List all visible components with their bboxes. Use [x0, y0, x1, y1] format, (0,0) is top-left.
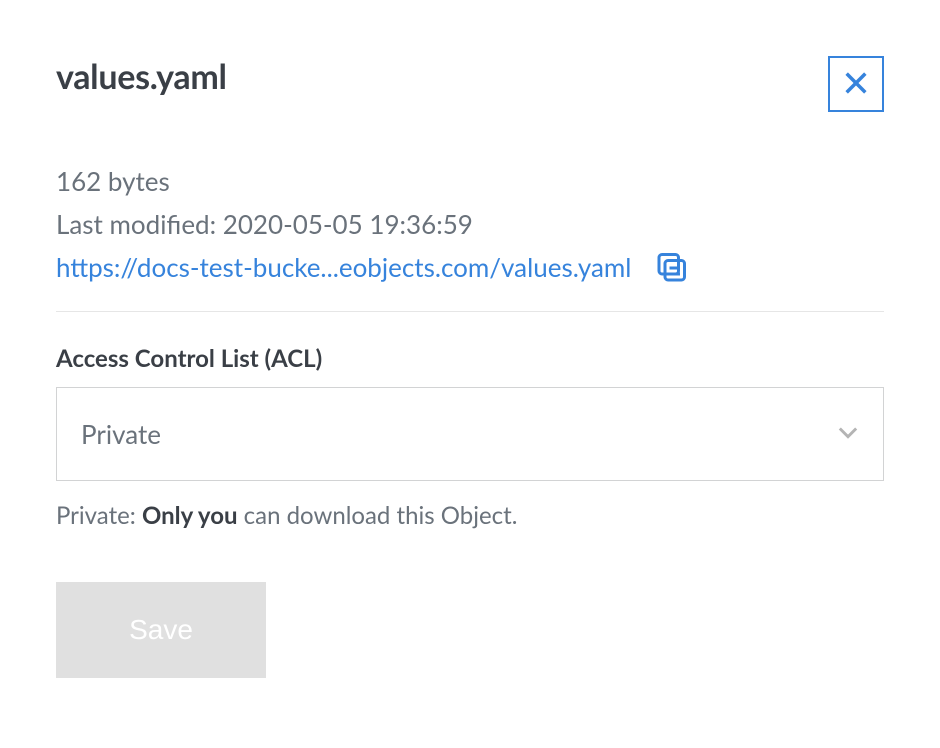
save-button[interactable]: Save [56, 582, 266, 678]
acl-select[interactable]: Private [56, 387, 884, 481]
acl-helper-text: Private: Only you can download this Obje… [56, 501, 884, 530]
copy-icon[interactable] [653, 250, 689, 286]
page-title: values.yaml [56, 56, 227, 97]
file-size: 162 bytes [56, 162, 884, 201]
helper-prefix: Private: [56, 501, 142, 530]
object-url-link[interactable]: https://docs-test-bucke...eobjects.com/v… [56, 248, 631, 287]
helper-strong: Only you [142, 501, 238, 530]
divider [56, 311, 884, 312]
acl-label: Access Control List (ACL) [56, 344, 884, 373]
close-icon [842, 69, 870, 100]
helper-suffix: can download this Object. [238, 501, 518, 530]
close-button[interactable] [828, 56, 884, 112]
last-modified: Last modified: 2020-05-05 19:36:59 [56, 205, 884, 244]
